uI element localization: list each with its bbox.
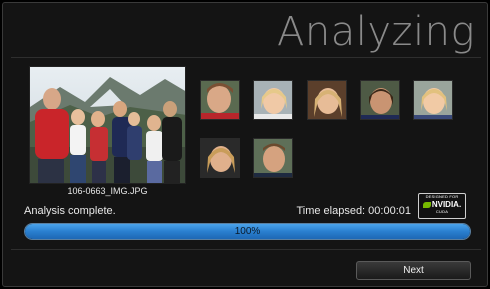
face-image xyxy=(201,81,239,119)
family-photo-image xyxy=(30,67,185,183)
time-elapsed: Time elapsed: 00:00:01 xyxy=(296,205,411,217)
face-thumbnail[interactable] xyxy=(253,80,293,120)
face-thumbnail[interactable] xyxy=(307,80,347,120)
face-thumbnail[interactable] xyxy=(413,80,453,120)
photo-filename: 106-0663_IMG.JPG xyxy=(67,186,148,196)
face-image xyxy=(201,139,239,177)
face-thumbnail[interactable] xyxy=(200,80,240,120)
progress-bar: 100% xyxy=(24,223,471,240)
top-divider xyxy=(11,57,481,58)
nvidia-logo-icon xyxy=(422,201,431,208)
badge-brand-text: NVIDIA. xyxy=(431,200,462,209)
page-title: Analyzing xyxy=(277,9,475,55)
badge-cuda: CUDA xyxy=(435,209,449,214)
status-message: Analysis complete. xyxy=(24,205,116,217)
face-image xyxy=(414,81,452,119)
face-image xyxy=(254,81,292,119)
next-button[interactable]: Next xyxy=(356,261,471,280)
nvidia-cuda-badge: DESIGNED FOR NVIDIA. CUDA xyxy=(418,193,466,219)
progress-label: 100% xyxy=(234,226,261,237)
source-photo xyxy=(29,66,186,184)
face-thumbnail[interactable] xyxy=(253,138,293,178)
face-thumbnail[interactable] xyxy=(360,80,400,120)
face-image xyxy=(308,81,346,119)
bottom-divider xyxy=(11,249,481,250)
face-image xyxy=(254,139,292,177)
analyzing-window: Analyzing 106-0663_IMG.JPG Analysis comp… xyxy=(2,2,488,287)
badge-brand: NVIDIA. xyxy=(419,200,465,209)
face-thumbnail[interactable] xyxy=(200,138,240,178)
face-image xyxy=(361,81,399,119)
